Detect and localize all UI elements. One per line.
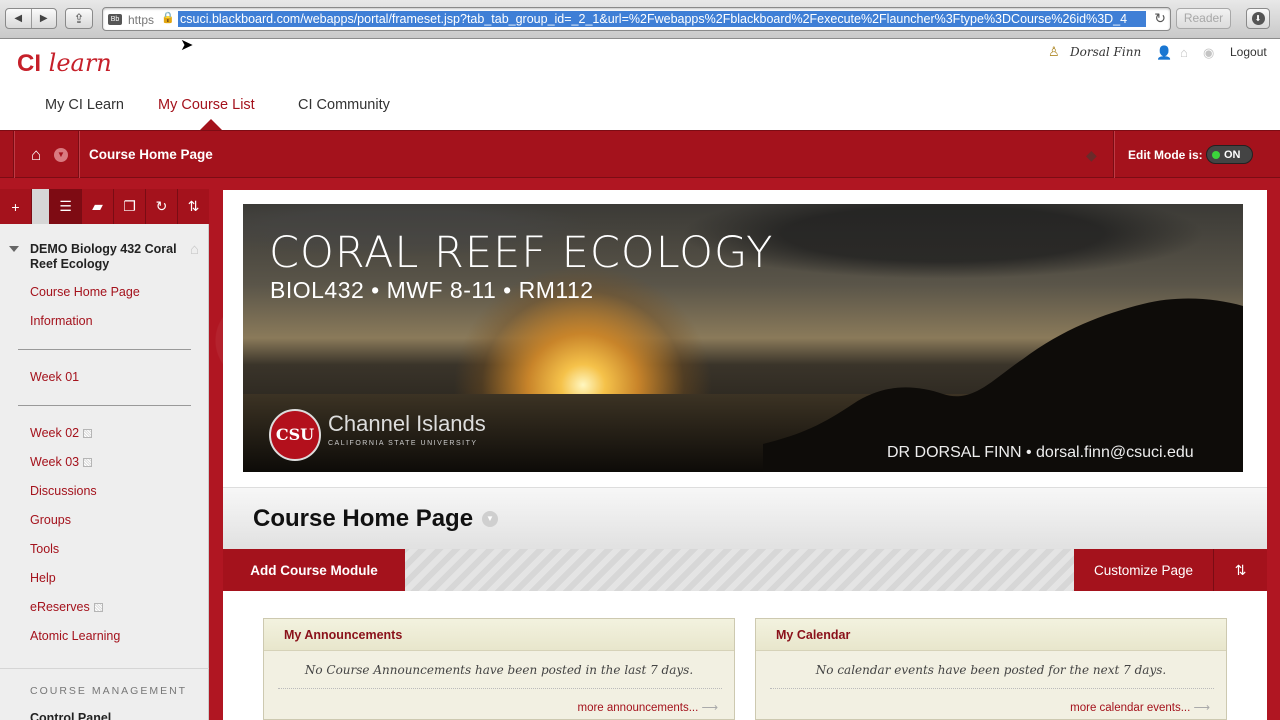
banner-campus-name: Channel Islands — [328, 411, 486, 436]
folder-view-icon[interactable]: ▰ — [82, 189, 114, 224]
list-view-icon[interactable]: ☰ — [50, 189, 82, 224]
tab-ci-community[interactable]: CI Community — [298, 97, 390, 113]
downloads-button[interactable]: ⬇ — [1246, 8, 1270, 29]
csu-seal-icon: CSU — [269, 409, 321, 461]
sidebar-item-atomic-learning[interactable]: Atomic Learning — [30, 629, 120, 643]
bar-divider — [13, 131, 14, 179]
chevron-down-icon[interactable]: ▼ — [54, 148, 68, 162]
banner-instructor: DR DORSAL FINN • dorsal.finn@csuci.edu — [887, 444, 1194, 461]
browser-toolbar: ◀ ▶ ⇪ Bb https 🔒 csuci.blackboard.com/we… — [0, 0, 1280, 39]
add-course-module-button[interactable]: Add Course Module — [223, 549, 405, 591]
announcements-module: My Announcements No Course Announcements… — [263, 618, 735, 720]
sidebar-item-ereserves[interactable]: eReserves — [30, 600, 103, 614]
user-menu[interactable]: ♙ Dorsal Finn — [1048, 44, 1141, 60]
sidebar-item-help[interactable]: Help — [30, 571, 56, 585]
menu-divider — [18, 349, 191, 350]
more-announcements-link[interactable]: more announcements... ⟶ — [577, 700, 718, 714]
mouse-cursor-icon: ➤ — [180, 37, 194, 54]
course-management-header: COURSE MANAGEMENT — [30, 685, 188, 697]
menu-divider — [18, 405, 191, 406]
page-title-bar: Course Home Page ▼ — [223, 487, 1267, 549]
module-title[interactable]: My Announcements — [264, 619, 734, 651]
module-message: No calendar events have been posted for … — [815, 663, 1167, 677]
sidebar-item-week-01[interactable]: Week 01 — [30, 370, 79, 384]
hidden-from-students-icon — [83, 457, 93, 467]
main-content: CORAL REEF ECOLOGY BIOL432 • MWF 8-11 • … — [223, 190, 1267, 720]
home-icon[interactable]: ⌂ — [31, 145, 41, 165]
tab-my-ci-learn[interactable]: My CI Learn — [45, 97, 124, 113]
url-text[interactable]: csuci.blackboard.com/webapps/portal/fram… — [178, 11, 1146, 27]
lock-icon: 🔒 — [161, 12, 175, 24]
breadcrumb-current: Course Home Page — [89, 147, 213, 162]
control-panel-link[interactable]: Control Panel — [30, 711, 111, 720]
module-message: No Course Announcements have been posted… — [304, 663, 694, 677]
forward-button[interactable]: ▶ — [32, 9, 57, 28]
arrow-right-icon: ⟶ — [698, 702, 719, 714]
help-icon[interactable]: ◉ — [1203, 45, 1214, 61]
back-button[interactable]: ◀ — [6, 9, 32, 28]
sidebar-item-course-home-page[interactable]: Course Home Page — [30, 285, 140, 299]
new-window-icon[interactable]: ❐ — [114, 189, 146, 224]
favicon-icon: Bb — [108, 14, 122, 25]
banner-subtitle: BIOL432 • MWF 8-11 • RM112 — [270, 277, 594, 303]
user-name[interactable]: Dorsal Finn — [1070, 45, 1141, 59]
toggle-on-indicator — [1212, 150, 1220, 159]
course-menu: DEMO Biology 432 Coral Reef Ecology ⌂ Co… — [0, 224, 209, 720]
tab-my-course-list[interactable]: My Course List — [158, 97, 255, 113]
collapse-arrow-icon[interactable] — [9, 246, 19, 252]
person-icon[interactable]: 👤 — [1156, 45, 1172, 61]
hidden-from-students-icon — [83, 428, 93, 438]
sidebar-divider — [32, 189, 50, 224]
theme-palette-icon[interactable]: ◆ — [1086, 147, 1097, 164]
refresh-icon[interactable]: ↻ — [146, 189, 178, 224]
calendar-module: My Calendar No calendar events have been… — [755, 618, 1227, 720]
sidebar-item-discussions[interactable]: Discussions — [30, 484, 97, 498]
reload-icon[interactable]: ↻ — [1154, 10, 1166, 27]
banner-title: CORAL REEF ECOLOGY — [269, 228, 774, 278]
module-title[interactable]: My Calendar — [756, 619, 1226, 651]
hidden-from-students-icon — [93, 602, 103, 612]
add-menu-item-button[interactable]: + — [0, 189, 32, 224]
active-tab-indicator — [200, 119, 222, 130]
customize-page-button[interactable]: Customize Page — [1074, 549, 1214, 591]
logout-link[interactable]: Logout — [1230, 45, 1267, 59]
reader-button[interactable]: Reader — [1176, 8, 1231, 29]
course-menu-toolbar: + ☰ ▰ ❐ ↻ ⇅ — [0, 189, 209, 224]
url-protocol: https — [128, 13, 155, 27]
module-divider — [770, 688, 1214, 689]
arrow-right-icon: ⟶ — [1190, 702, 1211, 714]
back-forward-buttons: ◀ ▶ — [5, 8, 57, 29]
ci-learn-logo[interactable]: CI learn — [17, 49, 112, 78]
edit-mode-value: ON — [1224, 148, 1241, 161]
sidebar-item-information[interactable]: Information — [30, 314, 93, 328]
reorder-icon[interactable]: ⇅ — [178, 189, 209, 224]
action-bar: Add Course Module Customize Page ⇅ — [223, 549, 1267, 591]
sidebar-item-week-03[interactable]: Week 03 — [30, 455, 93, 469]
reorder-modules-icon[interactable]: ⇅ — [1214, 549, 1267, 591]
download-icon: ⬇ — [1251, 12, 1265, 25]
more-calendar-events-link[interactable]: more calendar events... ⟶ — [1070, 700, 1210, 714]
page-title: Course Home Page — [253, 505, 474, 532]
module-divider — [278, 688, 722, 689]
chevron-down-icon[interactable]: ▼ — [482, 511, 498, 527]
address-bar[interactable]: Bb https 🔒 csuci.blackboard.com/webapps/… — [102, 7, 1171, 31]
bar-divider — [78, 131, 79, 179]
sidebar-item-week-02[interactable]: Week 02 — [30, 426, 93, 440]
sidebar-item-groups[interactable]: Groups — [30, 513, 71, 527]
edit-mode-label: Edit Mode is: — [1128, 148, 1203, 162]
menu-divider — [0, 668, 209, 669]
sidebar-item-tools[interactable]: Tools — [30, 542, 59, 556]
course-navigation-bar: ⌂ ▼ Course Home Page ◆ Edit Mode is: ON — [0, 130, 1280, 179]
course-title[interactable]: DEMO Biology 432 Coral Reef Ecology — [30, 242, 190, 272]
bar-divider — [1113, 131, 1114, 179]
user-icon: ♙ — [1048, 44, 1060, 59]
home-small-icon[interactable]: ⌂ — [1180, 45, 1188, 60]
course-banner-image: CORAL REEF ECOLOGY BIOL432 • MWF 8-11 • … — [243, 204, 1243, 472]
course-home-icon[interactable]: ⌂ — [190, 241, 199, 258]
edit-mode-toggle[interactable]: ON — [1206, 145, 1253, 164]
share-button[interactable]: ⇪ — [65, 8, 93, 29]
banner-university-name: CALIFORNIA STATE UNIVERSITY — [328, 440, 478, 447]
